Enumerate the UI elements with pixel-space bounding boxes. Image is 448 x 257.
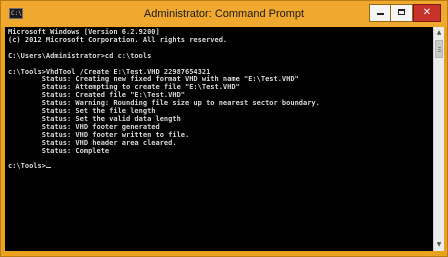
vertical-scrollbar[interactable]: ▲ ▼ — [433, 27, 444, 251]
close-button[interactable]: ✕ — [413, 4, 441, 22]
thumb-grip-icon — [438, 51, 441, 52]
minimize-button[interactable] — [369, 4, 391, 22]
thumb-grip-icon — [438, 49, 441, 50]
maximize-button[interactable] — [391, 4, 413, 22]
console-text: Microsoft Windows [Version 6.2.9200] (c) … — [5, 27, 433, 171]
console-line: C:\Users\Administrator>cd c:\tools — [8, 51, 152, 60]
console-line: Status: Complete — [8, 146, 110, 155]
thumb-grip-icon — [438, 47, 441, 48]
maximize-icon — [398, 9, 405, 15]
scroll-down-arrow-icon[interactable]: ▼ — [434, 239, 444, 251]
title-bar[interactable]: C:\ Administrator: Command Prompt ✕ — [1, 1, 447, 27]
console-line: c:\Tools> — [8, 162, 433, 171]
close-icon: ✕ — [422, 7, 432, 18]
command-prompt-window: C:\ Administrator: Command Prompt ✕ Micr… — [0, 0, 448, 257]
console-line: (c) 2012 Microsoft Corporation. All righ… — [8, 35, 228, 44]
text-cursor — [45, 167, 51, 169]
scroll-up-arrow-icon[interactable]: ▲ — [434, 27, 444, 39]
scrollbar-thumb[interactable] — [435, 40, 443, 58]
minimize-icon — [376, 13, 384, 15]
console-output[interactable]: Microsoft Windows [Version 6.2.9200] (c) … — [5, 27, 433, 251]
